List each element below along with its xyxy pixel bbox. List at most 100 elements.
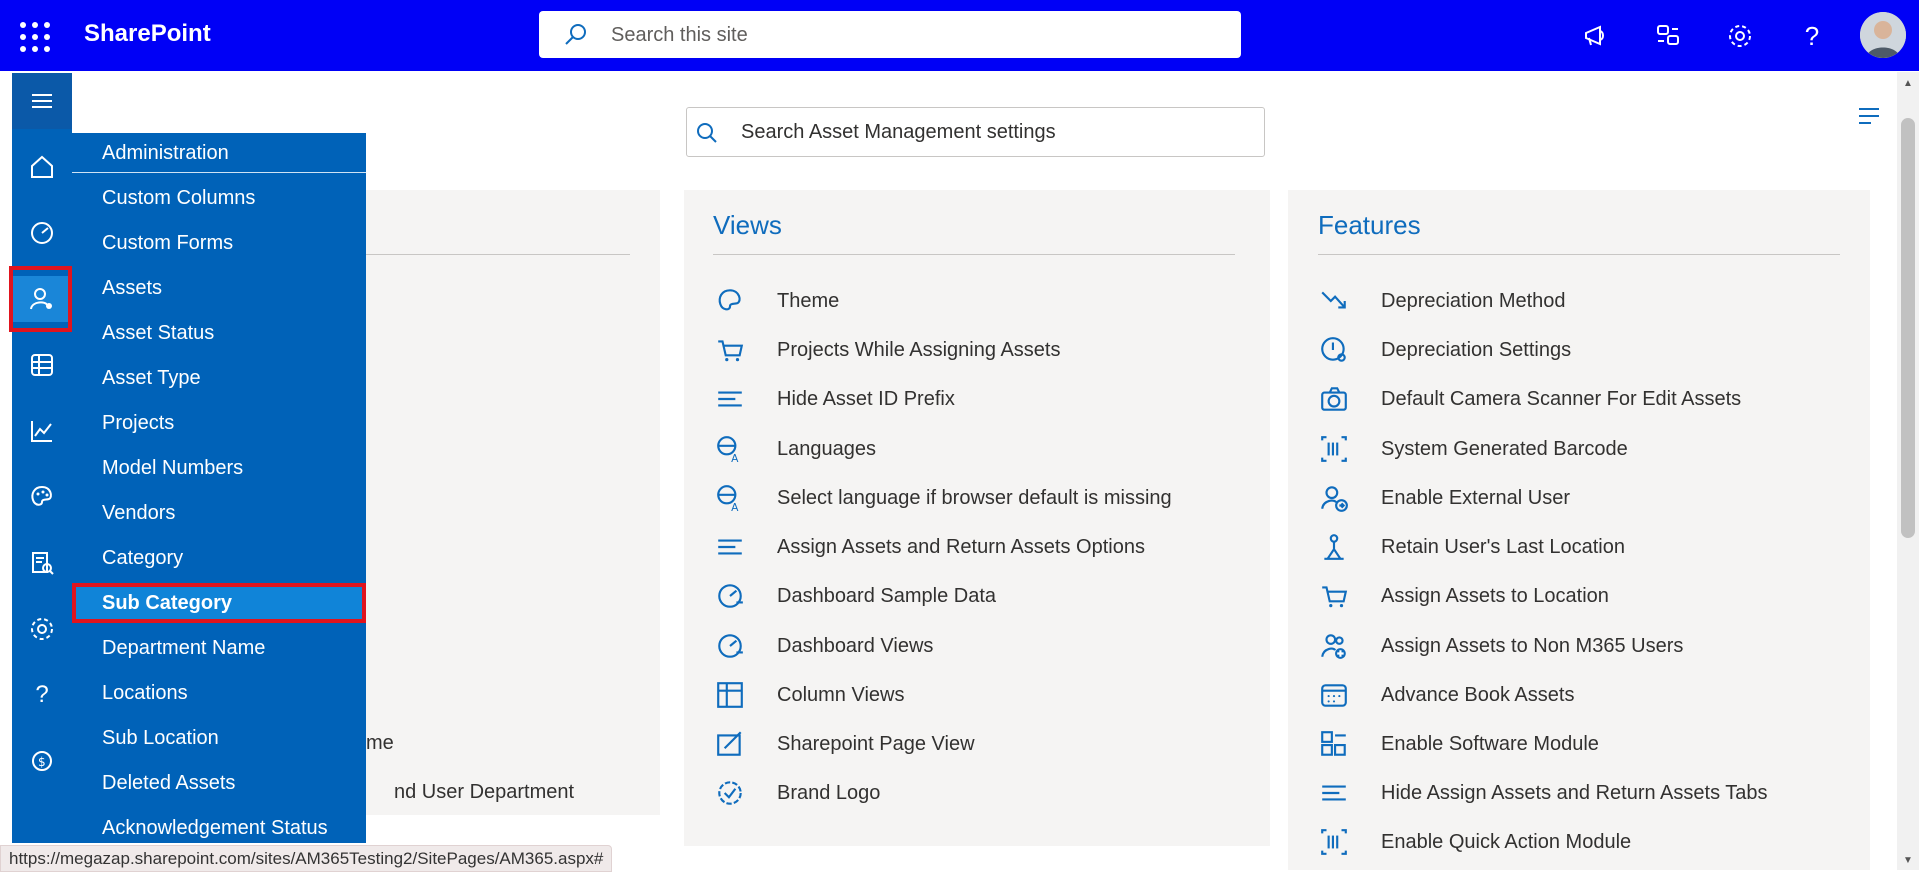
menu-item-deleted-assets[interactable]: Deleted Assets <box>72 763 366 803</box>
features-item-label: System Generated Barcode <box>1381 437 1628 460</box>
features-item-label: Depreciation Method <box>1381 289 1566 312</box>
features-item-assign-assets-to-location[interactable]: Assign Assets to Location <box>1316 576 1876 616</box>
features-item-label: Enable External User <box>1381 486 1570 509</box>
scrollbar-thumb[interactable] <box>1901 118 1915 538</box>
features-item-retain-user-s-last-location[interactable]: Retain User's Last Location <box>1316 527 1876 567</box>
billing-icon[interactable]: $ <box>12 738 72 784</box>
views-item-label: Languages <box>777 437 876 460</box>
home-icon[interactable] <box>12 144 72 190</box>
search-icon <box>697 123 717 143</box>
menu-item-sub-category[interactable]: Sub Category <box>72 583 366 623</box>
translate-icon: A <box>712 480 748 516</box>
site-search-box[interactable]: Search this site <box>539 11 1241 58</box>
features-item-system-generated-barcode[interactable]: System Generated Barcode <box>1316 429 1876 469</box>
features-item-label: Advance Book Assets <box>1381 683 1575 706</box>
features-item-enable-quick-action-module[interactable]: Enable Quick Action Module <box>1316 822 1876 862</box>
menu-item-custom-columns[interactable]: Custom Columns <box>72 178 366 218</box>
features-item-hide-assign-assets-and-return-assets-tabs[interactable]: Hide Assign Assets and Return Assets Tab… <box>1316 773 1876 813</box>
features-item-default-camera-scanner-for-edit-assets[interactable]: Default Camera Scanner For Edit Assets <box>1316 379 1876 419</box>
cart-icon <box>712 332 748 368</box>
views-item-theme[interactable]: Theme <box>712 281 1272 321</box>
menu-item-asset-type[interactable]: Asset Type <box>72 358 366 398</box>
dashboard-icon[interactable] <box>12 210 72 256</box>
features-item-depreciation-settings[interactable]: Depreciation Settings <box>1316 330 1876 370</box>
general-peek-item-1[interactable]: me <box>366 732 394 755</box>
views-item-label: Dashboard Sample Data <box>777 584 997 607</box>
views-item-languages[interactable]: A Languages <box>712 429 1272 469</box>
general-peek-item-2[interactable]: nd User Department <box>394 781 574 804</box>
menu-item-administration[interactable]: Administration <box>72 133 366 173</box>
help-icon[interactable]: ? <box>1794 18 1830 54</box>
features-item-label: Hide Assign Assets and Return Assets Tab… <box>1381 781 1768 804</box>
features-item-label: Enable Quick Action Module <box>1381 830 1632 853</box>
features-item-label: Enable Software Module <box>1381 732 1599 755</box>
views-item-assign-assets-and-return-assets-options[interactable]: Assign Assets and Return Assets Options <box>712 527 1272 567</box>
menu-item-sub-location[interactable]: Sub Location <box>72 718 366 758</box>
panel-divider <box>366 254 630 255</box>
views-item-dashboard-sample-data[interactable]: Dashboard Sample Data <box>712 576 1272 616</box>
table-settings-icon <box>712 677 748 713</box>
views-item-projects-while-assigning-assets[interactable]: Projects While Assigning Assets <box>712 330 1272 370</box>
scroll-down-icon[interactable]: ▼ <box>1903 855 1913 866</box>
settings-icon[interactable] <box>12 606 72 652</box>
megaphone-icon[interactable] <box>1578 18 1614 54</box>
app-launcher-icon[interactable] <box>18 20 52 54</box>
site-title[interactable]: SharePoint <box>84 20 211 48</box>
features-item-depreciation-method[interactable]: Depreciation Method <box>1316 281 1876 321</box>
views-item-select-language-if-browser-default-is-missing[interactable]: A Select language if browser default is m… <box>712 478 1272 518</box>
features-item-label: Default Camera Scanner For Edit Assets <box>1381 387 1742 410</box>
menu-item-category[interactable]: Category <box>72 538 366 578</box>
svg-text:A: A <box>731 452 739 464</box>
menu-item-assets[interactable]: Assets <box>72 268 366 308</box>
report-icon[interactable] <box>12 540 72 586</box>
views-item-label: Assign Assets and Return Assets Options <box>777 535 1145 558</box>
views-item-dashboard-views[interactable]: Dashboard Views <box>712 626 1272 666</box>
svg-text:A: A <box>731 501 739 513</box>
menu-item-locations[interactable]: Locations <box>72 673 366 713</box>
menu-item-department-name[interactable]: Department Name <box>72 628 366 668</box>
general-panel <box>366 190 660 815</box>
settings-search-box[interactable]: Search Asset Management settings <box>686 107 1265 157</box>
views-item-label: Dashboard Views <box>777 634 934 657</box>
table-icon[interactable] <box>12 342 72 388</box>
feedback-icon[interactable] <box>1650 18 1686 54</box>
views-item-label: Column Views <box>777 683 905 706</box>
views-title: Views <box>713 210 782 240</box>
menu-item-projects[interactable]: Projects <box>72 403 366 443</box>
views-item-label: Theme <box>777 289 840 312</box>
menu-item-acknowledgement-status[interactable]: Acknowledgement Status <box>72 808 366 848</box>
features-item-label: Assign Assets to Non M365 Users <box>1381 634 1684 657</box>
menu-item-model-numbers[interactable]: Model Numbers <box>72 448 366 488</box>
menu-item-asset-status[interactable]: Asset Status <box>72 313 366 353</box>
person-location-icon <box>1316 529 1352 565</box>
search-icon <box>565 24 586 45</box>
menu-item-vendors[interactable]: Vendors <box>72 493 366 533</box>
palette-icon[interactable] <box>12 474 72 520</box>
features-title: Features <box>1318 210 1421 240</box>
features-item-label: Depreciation Settings <box>1381 338 1572 361</box>
views-item-label: Select language if browser default is mi… <box>777 486 1172 509</box>
status-bar-url: https://megazap.sharepoint.com/sites/AM3… <box>0 845 613 872</box>
views-item-sharepoint-page-view[interactable]: Sharepoint Page View <box>712 724 1272 764</box>
list-view-icon[interactable] <box>1855 104 1883 130</box>
features-item-advance-book-assets[interactable]: Advance Book Assets <box>1316 675 1876 715</box>
svg-text:$: $ <box>38 755 46 769</box>
views-item-brand-logo[interactable]: Brand Logo <box>712 773 1272 813</box>
hamburger-menu-icon[interactable] <box>12 78 72 124</box>
features-item-enable-external-user[interactable]: Enable External User <box>1316 478 1876 518</box>
camera-icon <box>1316 381 1352 417</box>
features-item-assign-assets-to-non-m365-users[interactable]: Assign Assets to Non M365 Users <box>1316 626 1876 666</box>
barcode-icon <box>1316 824 1352 860</box>
views-item-column-views[interactable]: Column Views <box>712 675 1272 715</box>
site-search-placeholder: Search this site <box>611 24 748 46</box>
features-item-enable-software-module[interactable]: Enable Software Module <box>1316 724 1876 764</box>
menu-item-custom-forms[interactable]: Custom Forms <box>72 223 366 263</box>
scroll-up-icon[interactable]: ▲ <box>1903 78 1913 89</box>
views-item-hide-asset-id-prefix[interactable]: Hide Asset ID Prefix <box>712 379 1272 419</box>
user-avatar[interactable] <box>1860 12 1906 58</box>
gear-icon[interactable] <box>1722 18 1758 54</box>
chart-icon[interactable] <box>12 408 72 454</box>
help-rail-icon[interactable]: ? <box>12 672 72 718</box>
calendar-icon <box>1316 677 1352 713</box>
badge-check-icon <box>712 775 748 811</box>
